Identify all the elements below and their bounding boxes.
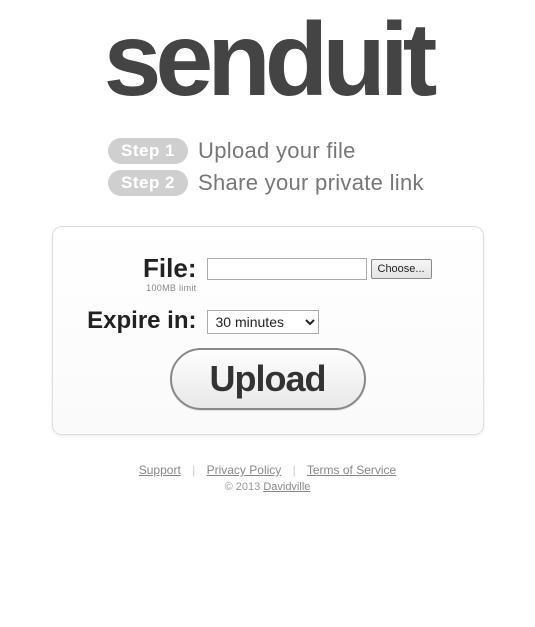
expire-input-col: 30 minutes (207, 307, 459, 334)
privacy-link[interactable]: Privacy Policy (207, 463, 282, 477)
upload-card: File: 100MB limit Choose... Expire in: 3… (52, 226, 484, 435)
file-label-col: File: 100MB limit (77, 255, 207, 293)
company-link[interactable]: Davidville (263, 481, 310, 493)
file-path-input[interactable] (207, 258, 367, 280)
copyright-prefix: © 2013 (225, 481, 264, 493)
footer-separator: | (293, 463, 296, 477)
expire-label-col: Expire in: (77, 307, 207, 333)
step-row: Step 1 Upload your file (108, 138, 535, 164)
step-text-2: Share your private link (198, 170, 424, 196)
step-row: Step 2 Share your private link (108, 170, 535, 196)
file-label: File: (143, 253, 196, 283)
expire-select[interactable]: 30 minutes (207, 310, 319, 334)
file-input-col: Choose... (207, 255, 459, 280)
support-link[interactable]: Support (139, 463, 181, 477)
footer-separator: | (192, 463, 195, 477)
footer-copyright: © 2013 Davidville (0, 481, 535, 493)
expire-row: Expire in: 30 minutes (77, 307, 459, 334)
choose-file-button[interactable]: Choose... (371, 259, 432, 279)
upload-button[interactable]: Upload (170, 348, 366, 410)
steps-list: Step 1 Upload your file Step 2 Share you… (108, 138, 535, 196)
step-text-1: Upload your file (198, 138, 356, 164)
logo: senduit (0, 8, 535, 112)
footer: Support | Privacy Policy | Terms of Serv… (0, 463, 535, 493)
footer-links: Support | Privacy Policy | Terms of Serv… (0, 463, 535, 477)
upload-row: Upload (77, 348, 459, 410)
file-row: File: 100MB limit Choose... (77, 255, 459, 293)
terms-link[interactable]: Terms of Service (307, 463, 396, 477)
expire-label: Expire in: (87, 307, 196, 334)
step-badge-2: Step 2 (108, 170, 188, 196)
file-limit-label: 100MB limit (77, 283, 197, 293)
step-badge-1: Step 1 (108, 138, 188, 164)
